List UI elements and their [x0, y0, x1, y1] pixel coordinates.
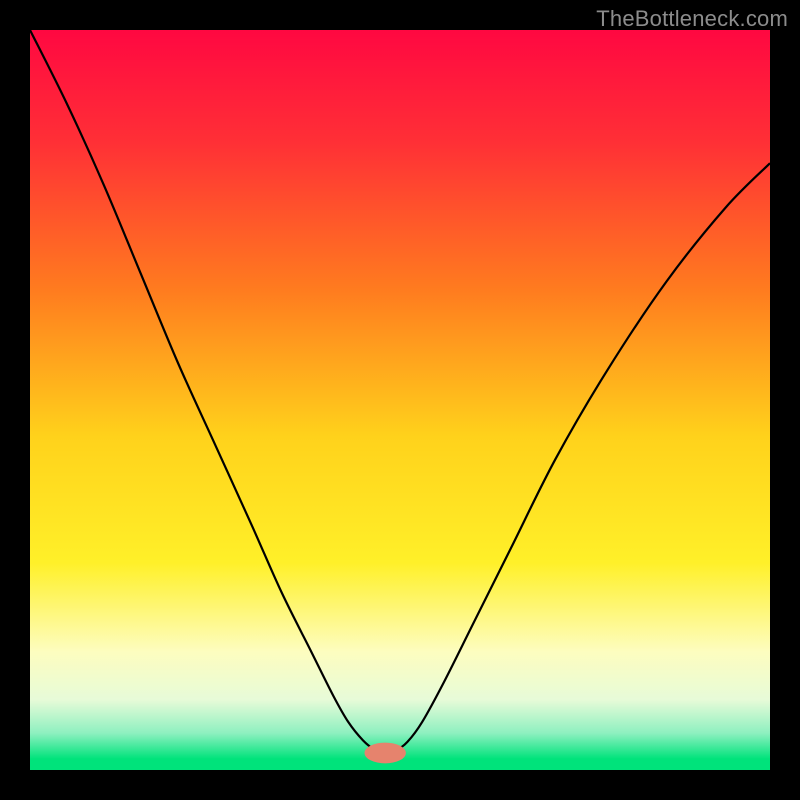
- optimal-marker: [364, 743, 405, 764]
- chart-background: [30, 30, 770, 770]
- chart-frame: TheBottleneck.com: [0, 0, 800, 800]
- plot-area: [30, 30, 770, 770]
- watermark-text: TheBottleneck.com: [596, 6, 788, 32]
- chart-svg: [30, 30, 770, 770]
